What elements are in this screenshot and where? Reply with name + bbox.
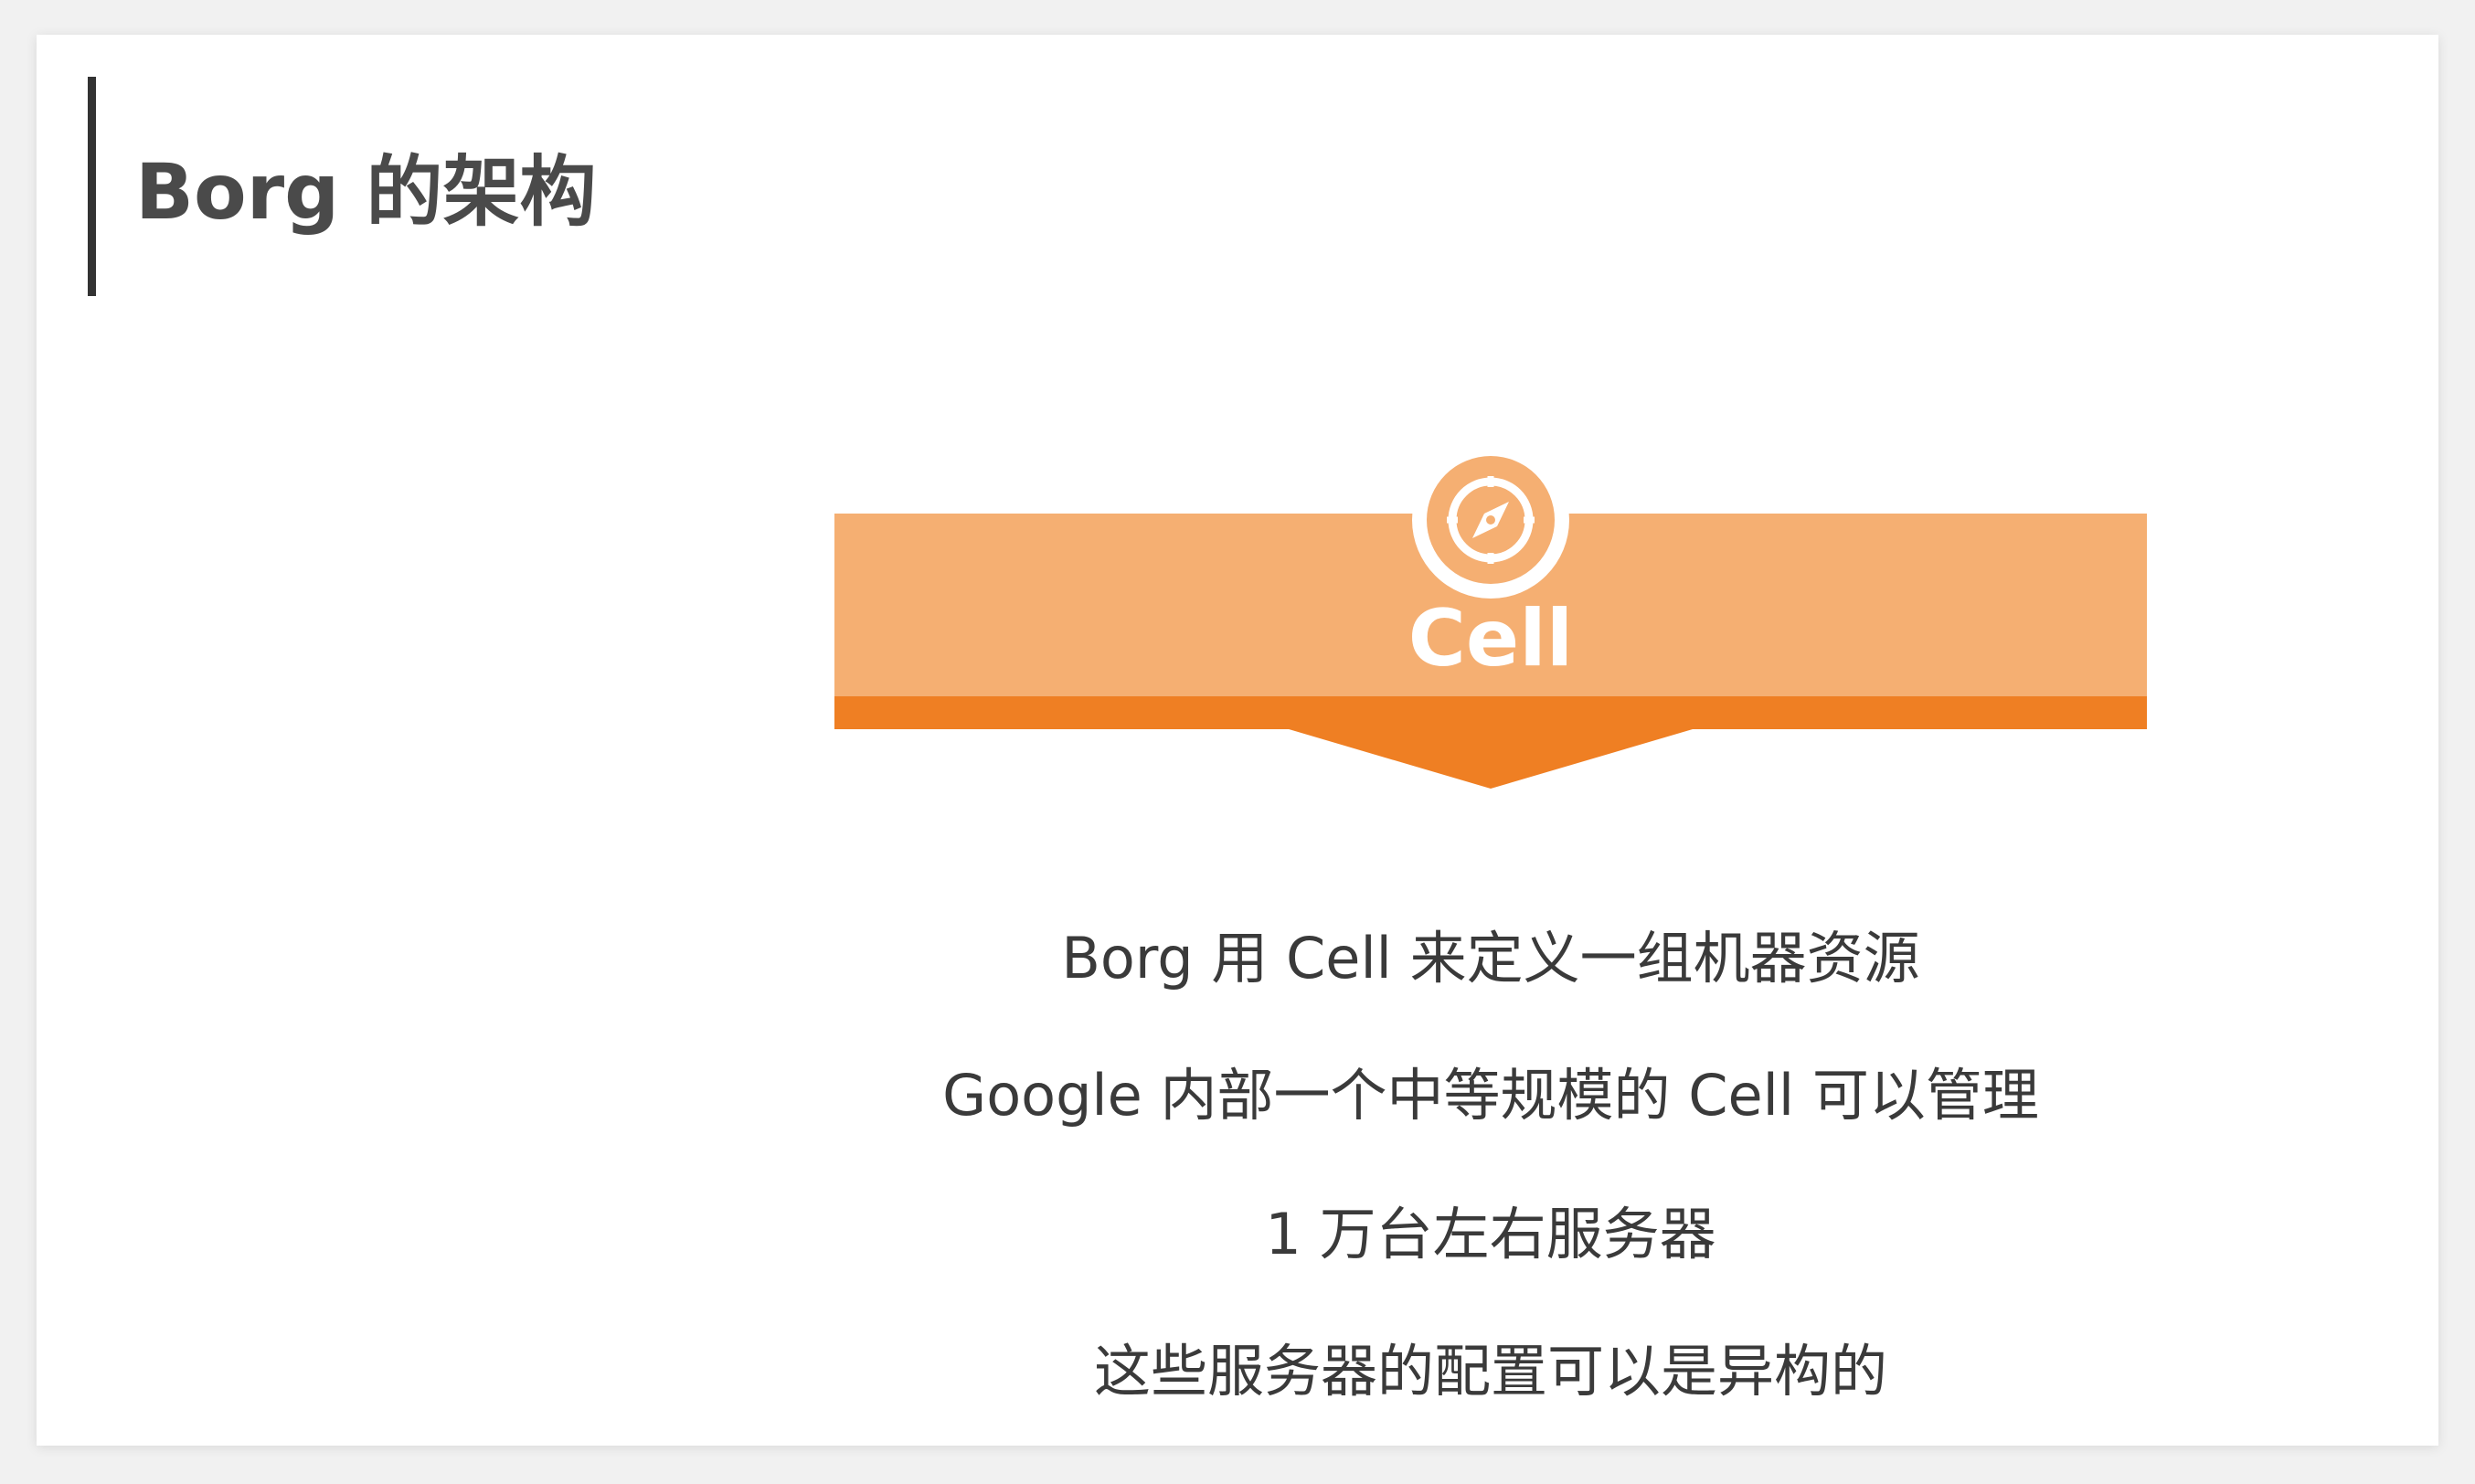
page-title: Borg 的架构 xyxy=(135,147,597,237)
description-line-4: 这些服务器的配置可以是异构的 xyxy=(1093,1338,1887,1404)
banner-arrow xyxy=(1273,725,1708,789)
cell-banner: Cell xyxy=(834,414,2147,798)
description-line-2: Google 内部一个中等规模的 Cell 可以管理 xyxy=(942,1062,2039,1129)
compass-icon-badge xyxy=(1412,441,1569,599)
slide: Borg 的架构 Cell Borg 用 Cell 来定义一组机器资源 Goog… xyxy=(37,35,2438,1446)
banner-label: Cell xyxy=(1407,593,1574,684)
title-accent-bar xyxy=(88,77,96,296)
compass-icon xyxy=(1418,447,1564,593)
description-line-1: Borg 用 Cell 来定义一组机器资源 xyxy=(1061,925,1920,991)
description-line-3: 1 万台左右服务器 xyxy=(1265,1201,1716,1267)
